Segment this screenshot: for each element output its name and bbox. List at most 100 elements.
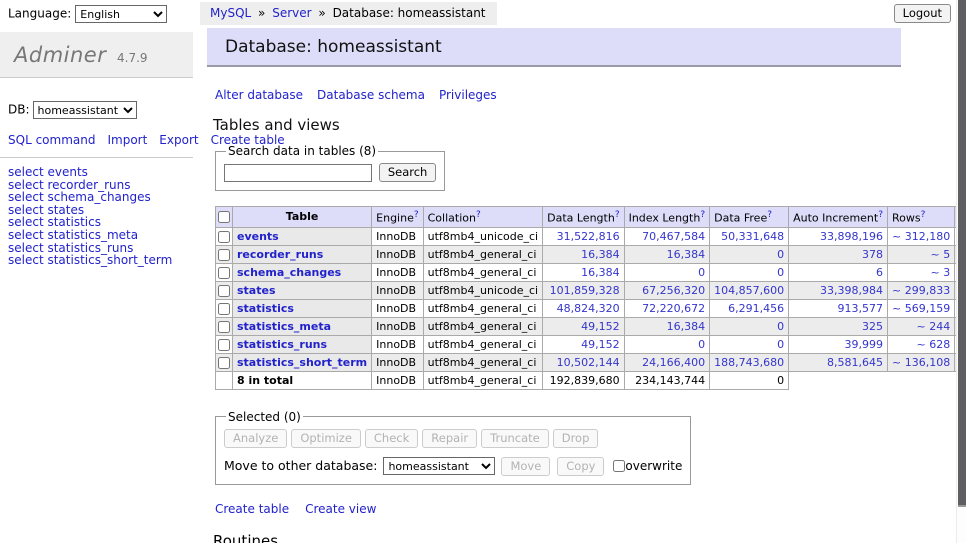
data-free-link[interactable]: 188,743,680 — [714, 356, 784, 369]
check-button[interactable]: Check — [365, 429, 418, 448]
repair-button[interactable]: Repair — [422, 429, 477, 448]
scrollbar-thumb[interactable] — [958, 0, 966, 507]
sidebar-action-link[interactable]: SQL command — [8, 133, 95, 147]
data-length-link[interactable]: 10,502,144 — [557, 356, 620, 369]
data-length-link[interactable]: 16,384 — [581, 248, 620, 261]
rows-link[interactable]: ~ 628 — [916, 338, 950, 351]
breadcrumb-server-link[interactable]: Server — [272, 6, 311, 20]
move-db-select[interactable]: homeassistant — [383, 457, 495, 475]
auto-increment-link[interactable]: 378 — [862, 248, 883, 261]
auto-increment-link[interactable]: 33,398,984 — [820, 284, 883, 297]
sidebar-action-link[interactable]: Import — [107, 133, 147, 147]
data-length-link[interactable]: 16,384 — [581, 266, 620, 279]
column-help-link[interactable]: ? — [767, 210, 772, 220]
create-link[interactable]: Create view — [305, 502, 376, 516]
row-checkbox[interactable] — [218, 249, 230, 261]
database-action-link[interactable]: Database schema — [317, 88, 425, 102]
rows-cell: ~ 299,833 — [888, 281, 955, 299]
row-checkbox[interactable] — [218, 357, 230, 369]
data-free-link[interactable]: 104,857,600 — [714, 284, 784, 297]
column-help-link[interactable]: ? — [878, 210, 883, 220]
data-length-link[interactable]: 49,152 — [581, 338, 620, 351]
data-free-link[interactable]: 0 — [777, 320, 784, 333]
column-help-link[interactable]: ? — [476, 210, 481, 220]
index-length-link[interactable]: 72,220,672 — [642, 302, 705, 315]
search-button[interactable]: Search — [379, 163, 437, 182]
copy-button[interactable]: Copy — [557, 457, 604, 476]
select-all-checkbox[interactable] — [218, 211, 230, 223]
index-length-link[interactable]: 67,256,320 — [642, 284, 705, 297]
sidebar-select-table-link[interactable]: select events — [8, 166, 185, 179]
overwrite-checkbox[interactable] — [613, 460, 625, 472]
data-length-link[interactable]: 31,522,816 — [557, 230, 620, 243]
table-name-link[interactable]: recorder_runs — [237, 248, 323, 261]
data-free-link[interactable]: 0 — [777, 266, 784, 279]
database-action-link[interactable]: Privileges — [439, 88, 497, 102]
rows-link[interactable]: ~ 5 — [930, 248, 950, 261]
page-scrollbar[interactable] — [956, 0, 966, 543]
rows-link[interactable]: ~ 244 — [916, 320, 950, 333]
row-checkbox[interactable] — [218, 285, 230, 297]
rows-link[interactable]: ~ 312,180 — [892, 230, 950, 243]
create-link[interactable]: Create table — [215, 502, 289, 516]
column-help-link[interactable]: ? — [921, 210, 926, 220]
table-name-link[interactable]: states — [237, 284, 276, 297]
data-free-link[interactable]: 50,331,648 — [721, 230, 784, 243]
column-help-link[interactable]: ? — [414, 210, 419, 220]
auto-increment-link[interactable]: 325 — [862, 320, 883, 333]
adminer-version: 4.7.9 — [117, 51, 148, 65]
sidebar-select-table-link[interactable]: select schema_changes — [8, 191, 185, 204]
logout-button[interactable]: Logout — [894, 4, 951, 23]
table-name-link[interactable]: statistics_runs — [237, 338, 327, 351]
index-length-link[interactable]: 0 — [698, 266, 705, 279]
sidebar-action-link[interactable]: Export — [159, 133, 198, 147]
index-length-link[interactable]: 16,384 — [667, 248, 706, 261]
database-action-link[interactable]: Alter database — [215, 88, 303, 102]
rows-link[interactable]: ~ 3 — [930, 266, 950, 279]
search-input[interactable] — [224, 164, 372, 182]
table-name-link[interactable]: schema_changes — [237, 266, 341, 279]
table-name-link[interactable]: statistics — [237, 302, 294, 315]
table-name-link[interactable]: events — [237, 230, 279, 243]
table-name-cell: statistics_meta — [233, 317, 372, 335]
column-help-link[interactable]: ? — [700, 210, 705, 220]
auto-increment-link[interactable]: 6 — [876, 266, 883, 279]
rows-cell: ~ 312,180 — [888, 227, 955, 245]
breadcrumb-mysql-link[interactable]: MySQL — [210, 6, 251, 20]
row-checkbox[interactable] — [218, 231, 230, 243]
truncate-button[interactable]: Truncate — [481, 429, 549, 448]
index-length-link[interactable]: 0 — [698, 338, 705, 351]
auto-increment-cell: 913,577 — [789, 299, 888, 317]
optimize-button[interactable]: Optimize — [291, 429, 361, 448]
data-length-link[interactable]: 49,152 — [581, 320, 620, 333]
row-checkbox[interactable] — [218, 321, 230, 333]
drop-button[interactable]: Drop — [553, 429, 599, 448]
move-button[interactable]: Move — [501, 457, 550, 476]
index-length-link[interactable]: 24,166,400 — [642, 356, 705, 369]
data-free-link[interactable]: 0 — [777, 248, 784, 261]
data-length-link[interactable]: 101,859,328 — [550, 284, 620, 297]
table-name-link[interactable]: statistics_meta — [237, 320, 331, 333]
index-length-link[interactable]: 70,467,584 — [642, 230, 705, 243]
sidebar-select-table-link[interactable]: select statistics_short_term — [8, 254, 185, 267]
data-free-link[interactable]: 6,291,456 — [728, 302, 784, 315]
analyze-button[interactable]: Analyze — [224, 429, 287, 448]
row-checkbox[interactable] — [218, 339, 230, 351]
row-checkbox[interactable] — [218, 303, 230, 315]
rows-link[interactable]: ~ 136,108 — [892, 356, 950, 369]
sidebar-select-table-link[interactable]: select statistics_meta — [8, 229, 185, 242]
auto-increment-link[interactable]: 33,898,196 — [820, 230, 883, 243]
auto-increment-link[interactable]: 39,999 — [845, 338, 884, 351]
row-checkbox[interactable] — [218, 267, 230, 279]
rows-link[interactable]: ~ 299,833 — [892, 284, 950, 297]
auto-increment-link[interactable]: 8,581,645 — [827, 356, 883, 369]
data-length-link[interactable]: 48,824,320 — [557, 302, 620, 315]
data-free-link[interactable]: 0 — [777, 338, 784, 351]
auto-increment-link[interactable]: 913,577 — [838, 302, 884, 315]
index-length-link[interactable]: 16,384 — [667, 320, 706, 333]
table-name-link[interactable]: statistics_short_term — [237, 356, 367, 369]
column-help-link[interactable]: ? — [615, 210, 620, 220]
rows-link[interactable]: ~ 569,159 — [892, 302, 950, 315]
language-select[interactable]: English — [75, 5, 167, 23]
db-select[interactable]: homeassistant — [33, 101, 137, 119]
